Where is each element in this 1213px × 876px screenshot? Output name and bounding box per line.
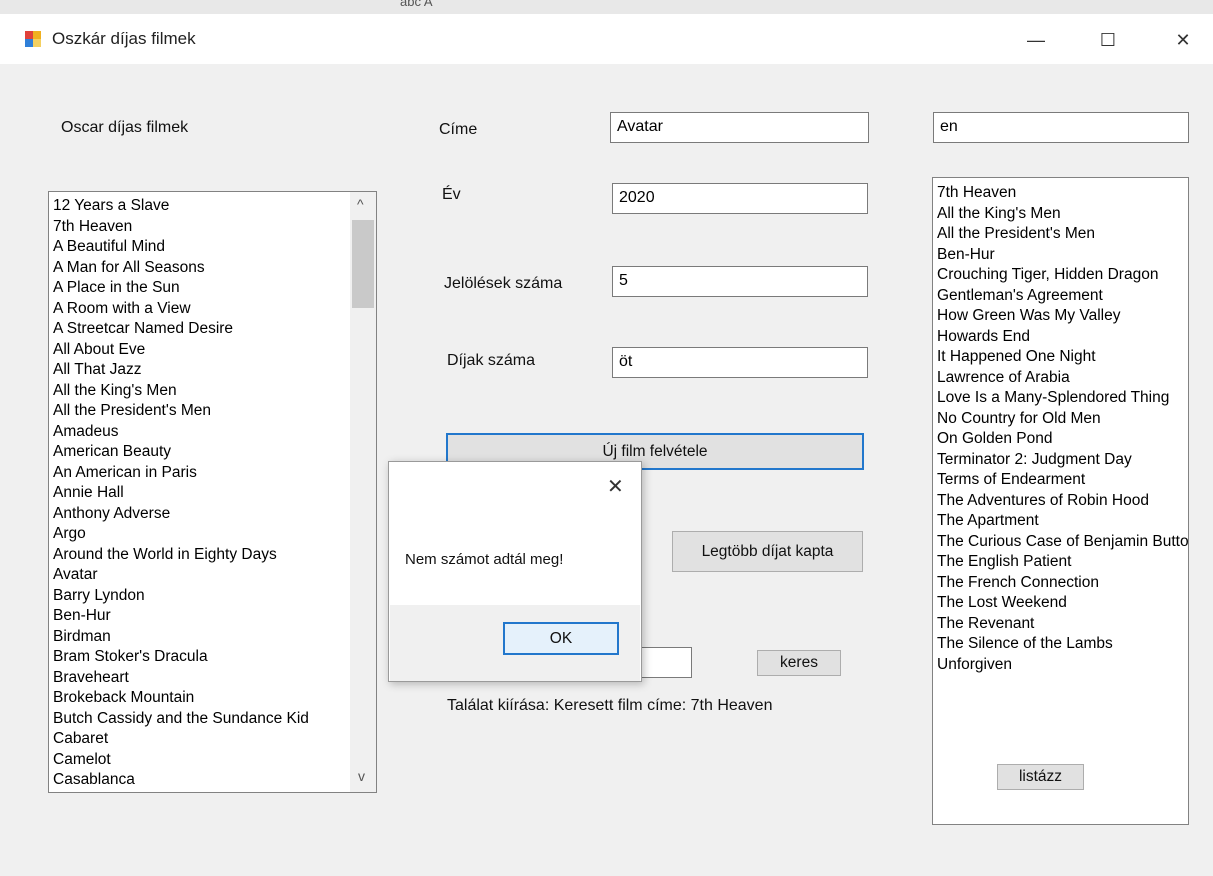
result-list-item[interactable]: The Silence of the Lambs [933, 634, 1188, 655]
title-label: Címe [439, 121, 478, 138]
film-list-item[interactable]: Amadeus [49, 422, 349, 443]
result-list-item[interactable]: All the President's Men [933, 224, 1188, 245]
film-list-item[interactable]: Annie Hall [49, 483, 349, 504]
background-toolbar-text: abc A [400, 0, 433, 9]
film-list-item[interactable]: A Streetcar Named Desire [49, 319, 349, 340]
result-list-item[interactable]: 7th Heaven [933, 183, 1188, 204]
film-list-item[interactable]: 7th Heaven [49, 217, 349, 238]
scroll-up-icon[interactable]: ^ [357, 194, 364, 215]
film-list-item[interactable]: All the President's Men [49, 401, 349, 422]
title-input[interactable]: Avatar [610, 112, 869, 143]
result-list-item[interactable]: The French Connection [933, 573, 1188, 594]
result-list-item[interactable]: Howards End [933, 327, 1188, 348]
result-list-item[interactable]: The Revenant [933, 614, 1188, 635]
film-list-item[interactable]: All About Eve [49, 340, 349, 361]
dialog-ok-button[interactable]: OK [503, 622, 619, 655]
film-list-item[interactable]: A Place in the Sun [49, 278, 349, 299]
dialog-close-icon[interactable]: ✕ [607, 474, 624, 499]
film-list-item[interactable]: Argo [49, 524, 349, 545]
film-list-item[interactable]: All the King's Men [49, 381, 349, 402]
result-list-item[interactable]: How Green Was My Valley [933, 306, 1188, 327]
result-list-item[interactable]: Gentleman's Agreement [933, 286, 1188, 307]
film-list-item[interactable]: An American in Paris [49, 463, 349, 484]
result-list-item[interactable]: Ben-Hur [933, 245, 1188, 266]
scroll-thumb[interactable] [352, 220, 374, 308]
result-list-item[interactable]: Unforgiven [933, 655, 1188, 676]
film-list-item[interactable]: A Room with a View [49, 299, 349, 320]
film-listbox[interactable]: 12 Years a Slave 7th Heaven A Beautiful Mi… [48, 191, 377, 793]
film-list-item[interactable]: Ben-Hur [49, 606, 349, 627]
films-heading: Oscar díjas filmek [61, 119, 189, 136]
results-listbox[interactable]: 7th Heaven All the King's Men All the Pres… [932, 177, 1189, 825]
film-list-item[interactable]: 12 Years a Slave [49, 196, 349, 217]
film-list-item[interactable]: A Beautiful Mind [49, 237, 349, 258]
search-button[interactable]: keres [757, 650, 841, 676]
result-list-item[interactable]: Crouching Tiger, Hidden Dragon [933, 265, 1188, 286]
year-input[interactable]: 2020 [612, 183, 868, 214]
result-list-item[interactable]: On Golden Pond [933, 429, 1188, 450]
film-list-item[interactable]: American Beauty [49, 442, 349, 463]
result-list-item[interactable]: Lawrence of Arabia [933, 368, 1188, 389]
message-dialog: ✕ Nem számot adtál meg! OK [388, 461, 642, 682]
film-list-item[interactable]: Avatar [49, 565, 349, 586]
filter-input[interactable]: en [933, 112, 1189, 143]
result-list-item[interactable]: The English Patient [933, 552, 1188, 573]
result-list-item[interactable]: The Lost Weekend [933, 593, 1188, 614]
film-list-item[interactable]: Around the World in Eighty Days [49, 545, 349, 566]
app-icon [25, 31, 41, 47]
background-toolbar-strip: abc A [0, 0, 1213, 14]
scroll-down-icon[interactable]: v [358, 766, 365, 787]
film-list-item[interactable]: Butch Cassidy and the Sundance Kid [49, 709, 349, 730]
film-list-item[interactable]: Cabaret [49, 729, 349, 750]
result-list-item[interactable]: No Country for Old Men [933, 409, 1188, 430]
result-list-item[interactable]: Terms of Endearment [933, 470, 1188, 491]
film-list-item[interactable]: Anthony Adverse [49, 504, 349, 525]
film-list-item[interactable]: A Man for All Seasons [49, 258, 349, 279]
maximize-button[interactable]: ☐ [1085, 22, 1131, 58]
dialog-message: Nem számot adtál meg! [405, 551, 564, 568]
film-list-item[interactable]: Camelot [49, 750, 349, 771]
result-list-item[interactable]: Terminator 2: Judgment Day [933, 450, 1188, 471]
result-list-item[interactable]: The Curious Case of Benjamin Button [933, 532, 1188, 553]
film-list-item[interactable]: Braveheart [49, 668, 349, 689]
year-label: Év [442, 186, 461, 203]
film-list-item[interactable]: Bram Stoker's Dracula [49, 647, 349, 668]
film-list-item[interactable]: Birdman [49, 627, 349, 648]
result-list-item[interactable]: It Happened One Night [933, 347, 1188, 368]
nominations-label: Jelölések száma [444, 275, 563, 292]
nominations-input[interactable]: 5 [612, 266, 868, 297]
result-list-item[interactable]: All the King's Men [933, 204, 1188, 225]
film-list-item[interactable]: Casablanca [49, 770, 349, 791]
awards-input[interactable]: öt [612, 347, 868, 378]
awards-label: Díjak száma [447, 352, 536, 369]
film-list-item[interactable]: Brokeback Mountain [49, 688, 349, 709]
close-button[interactable]: ✕ [1160, 22, 1206, 58]
list-button[interactable]: listázz [997, 764, 1084, 790]
most-awards-button[interactable]: Legtöbb díjat kapta [672, 531, 863, 572]
result-list-item[interactable]: Love Is a Many-Splendored Thing [933, 388, 1188, 409]
minimize-button[interactable]: — [1013, 22, 1059, 58]
result-list-item[interactable]: The Adventures of Robin Hood [933, 491, 1188, 512]
result-label: Találat kiírása: Keresett film címe: 7th… [447, 697, 773, 714]
window-title: Oszkár díjas filmek [52, 29, 196, 48]
film-list-item[interactable]: All That Jazz [49, 360, 349, 381]
film-list-scrollbar[interactable]: ^ v [350, 192, 376, 792]
film-list-item[interactable]: Barry Lyndon [49, 586, 349, 607]
result-list-item[interactable]: The Apartment [933, 511, 1188, 532]
